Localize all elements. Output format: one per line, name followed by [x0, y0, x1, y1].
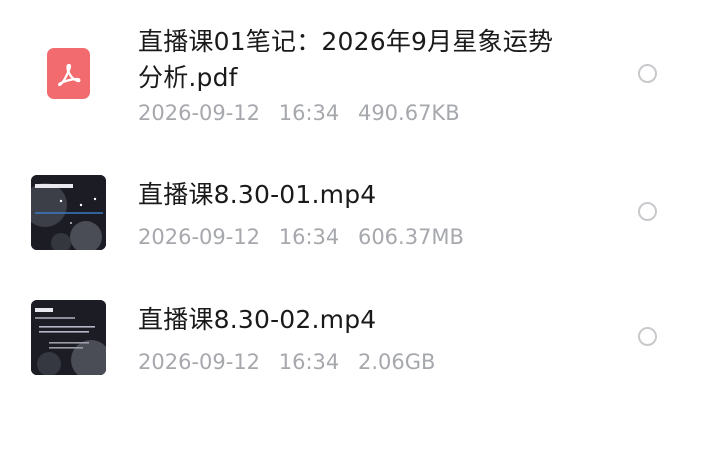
file-date: 2026-09-12	[138, 101, 261, 125]
file-row-pdf[interactable]: 直播课01笔记：2026年9月星象运势分析.pdf 2026-09-12 16:…	[0, 0, 704, 140]
file-size: 490.67KB	[357, 101, 460, 125]
file-time: 16:34	[278, 350, 340, 374]
file-list: 直播课01笔记：2026年9月星象运势分析.pdf 2026-09-12 16:…	[0, 0, 704, 459]
video-thumbnail-image	[31, 300, 106, 375]
file-date: 2026-09-12	[138, 350, 261, 374]
file-name: 直播课01笔记：2026年9月星象运势分析.pdf	[138, 27, 554, 92]
pdf-acrobat-glyph	[57, 63, 81, 86]
file-size: 2.06GB	[357, 350, 436, 374]
file-meta: 2026-09-12 16:34 490.67KB	[138, 99, 472, 127]
file-meta: 2026-09-12 16:34 2.06GB	[138, 348, 447, 376]
file-name: 直播课8.30-02.mp4	[138, 305, 377, 334]
file-time: 16:34	[278, 101, 340, 125]
select-radio[interactable]	[638, 327, 657, 346]
select-radio[interactable]	[638, 64, 657, 83]
file-row-video[interactable]: 直播课8.30-02.mp4 2026-09-12 16:34 2.06GB	[0, 160, 704, 375]
pdf-icon	[47, 48, 90, 99]
video-thumbnail	[31, 300, 106, 375]
